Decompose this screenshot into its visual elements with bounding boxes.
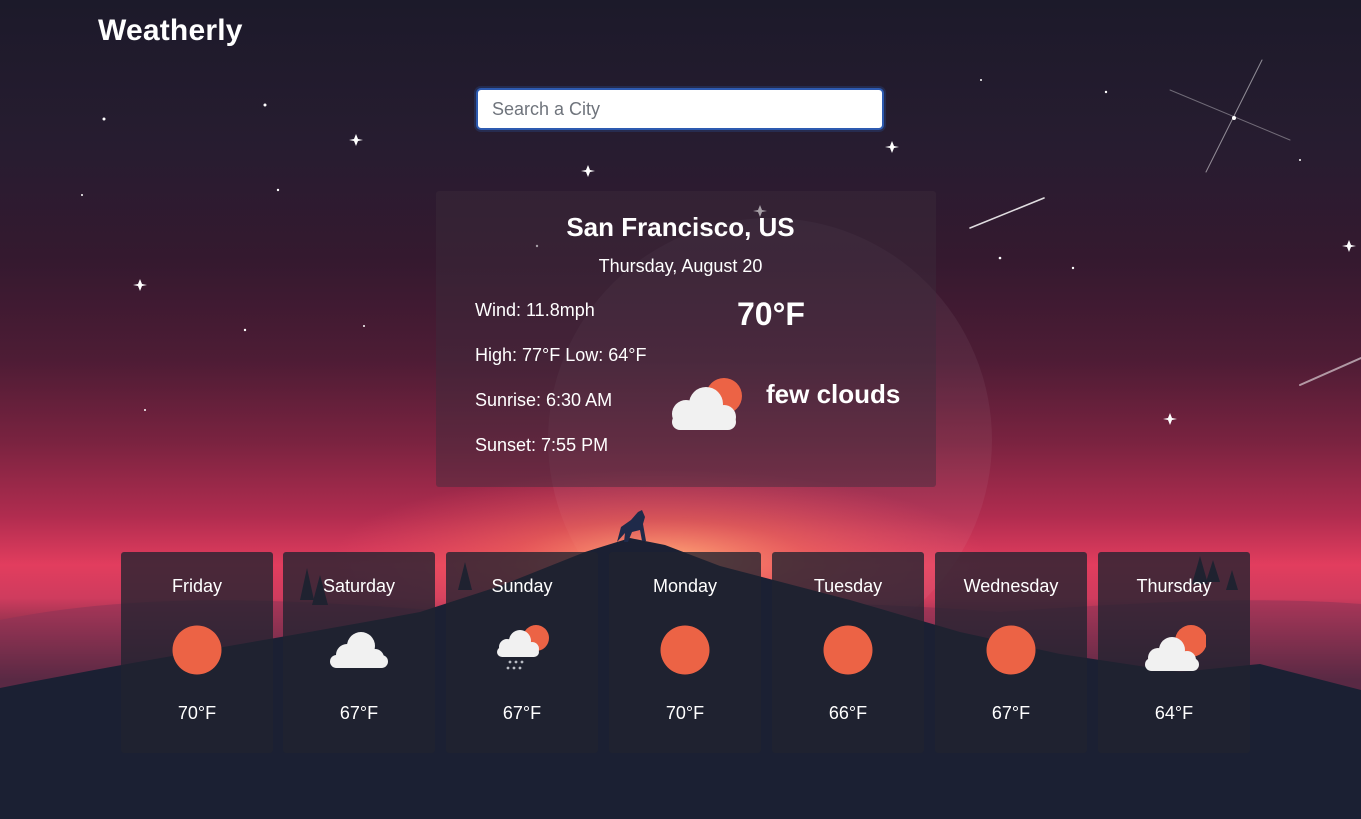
sun-icon xyxy=(823,625,873,675)
forecast-day-name: Thursday xyxy=(1136,576,1212,596)
high-low-temperature: High: 77°F Low: 64°F xyxy=(475,345,647,365)
forecast-day-thursday: Thursday 64°F xyxy=(1098,552,1250,753)
forecast-day-name: Tuesday xyxy=(813,576,883,596)
forecast-day-wednesday: Wednesday 67°F xyxy=(935,552,1087,753)
forecast-day-monday: Monday 70°F xyxy=(609,552,761,753)
sunrise-time: Sunrise: 6:30 AM xyxy=(475,390,613,410)
app-logo[interactable]: Weatherly xyxy=(98,14,243,48)
current-date: Thursday, August 20 xyxy=(598,256,763,276)
forecast-day-name: Wednesday xyxy=(963,576,1059,596)
forecast-day-saturday: Saturday 67°F xyxy=(283,552,435,753)
cloud-sun-icon xyxy=(672,378,742,430)
forecast-day-temperature: 64°F xyxy=(1154,703,1194,723)
forecast-day-friday: Friday 70°F xyxy=(121,552,273,753)
forecast-day-name: Friday xyxy=(171,576,222,596)
forecast-day-temperature: 66°F xyxy=(828,703,868,723)
rain-cloud-sun-icon xyxy=(497,625,549,670)
city-name: San Francisco, US xyxy=(566,212,795,242)
forecast-day-name: Saturday xyxy=(322,576,396,596)
forecast-day-sunday: Sunday 67°F xyxy=(446,552,598,753)
weather-condition: few clouds xyxy=(766,379,901,409)
forecast-day-temperature: 67°F xyxy=(991,703,1031,723)
forecast-day-temperature: 67°F xyxy=(502,703,542,723)
forecast-day-temperature: 70°F xyxy=(177,703,217,723)
search-input[interactable] xyxy=(476,88,884,130)
forecast-day-tuesday: Tuesday 66°F xyxy=(772,552,924,753)
sunset-time: Sunset: 7:55 PM xyxy=(475,435,609,455)
sun-icon xyxy=(660,625,710,675)
sun-icon xyxy=(986,625,1036,675)
forecast-day-name: Sunday xyxy=(491,576,553,596)
cloud-icon xyxy=(330,632,388,668)
forecast-day-name: Monday xyxy=(652,576,718,596)
cloud-sun-icon xyxy=(1145,625,1206,671)
forecast-day-temperature: 67°F xyxy=(339,703,379,723)
wind-speed: Wind: 11.8mph xyxy=(475,300,595,320)
forecast-day-temperature: 70°F xyxy=(665,703,705,723)
sun-icon xyxy=(172,625,222,675)
current-temperature: 70°F xyxy=(737,296,805,332)
